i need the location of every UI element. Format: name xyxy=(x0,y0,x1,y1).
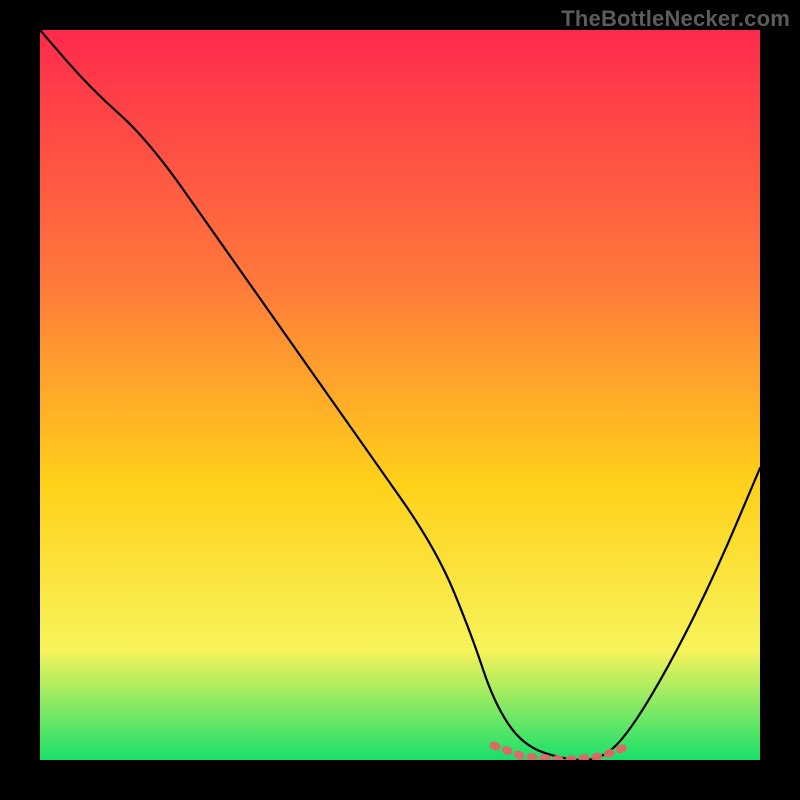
watermark-label: TheBottleNecker.com xyxy=(561,6,790,32)
bottleneck-plot xyxy=(40,30,760,760)
chart-svg xyxy=(40,30,760,760)
chart-frame: TheBottleNecker.com xyxy=(0,0,800,800)
